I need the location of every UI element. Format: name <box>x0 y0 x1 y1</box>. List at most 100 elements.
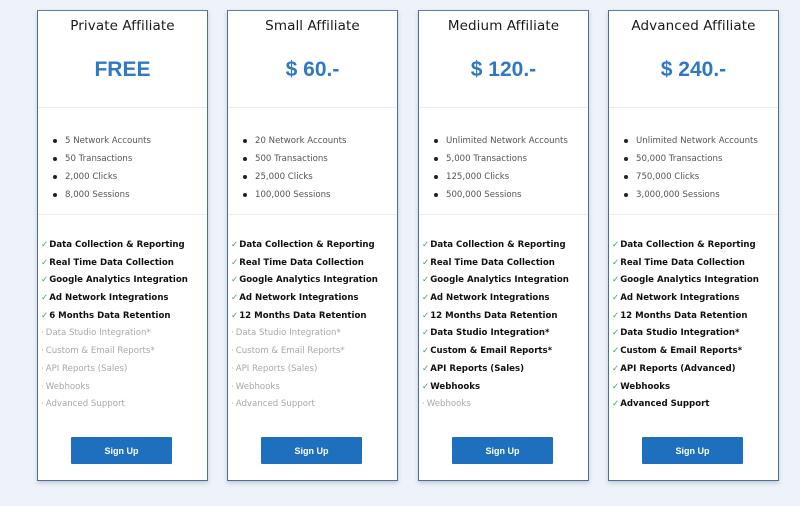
plan-card-advanced: Advanced Affiliate $ 240.- Unlimited Netwo… <box>608 10 779 481</box>
feature-excluded: · Data Studio Integration* <box>41 325 188 343</box>
plan-price: $ 120.- <box>470 58 537 81</box>
plan-title: Private Affiliate <box>70 18 175 34</box>
feature-list: ✓Data Collection & Reporting ✓Real Time D… <box>422 237 569 414</box>
usage-limit-label: 2,000 Clicks <box>65 172 118 182</box>
feature-label: Webhooks <box>45 381 90 392</box>
divider <box>228 214 397 215</box>
bullet-icon <box>243 139 247 143</box>
feature-label: Data Studio Integration* <box>430 328 550 339</box>
usage-limit-item: 5,000 Transactions <box>434 150 568 168</box>
feature-label: Real Time Data Collection <box>239 257 364 268</box>
bullet-icon <box>624 139 628 143</box>
feature-excluded: · API Reports (Sales) <box>41 361 188 379</box>
feature-included: ✓Custom & Email Reports* <box>612 343 759 361</box>
plan-price: $ 240.- <box>660 58 727 81</box>
bullet-icon <box>243 157 247 161</box>
feature-label: Google Analytics Integration <box>49 275 188 286</box>
bullet-icon <box>53 157 57 161</box>
bullet-icon <box>624 175 628 179</box>
plan-price: $ 60.- <box>285 58 340 81</box>
feature-label: Advanced Support <box>235 399 315 410</box>
feature-included: ✓Ad Network Integrations <box>231 290 378 308</box>
dash-icon: · <box>231 399 234 410</box>
feature-label: Data Collection & Reporting <box>49 240 185 250</box>
bullet-icon <box>243 175 247 179</box>
check-icon: ✓ <box>422 363 430 374</box>
usage-limit-item: 5 Network Accounts <box>53 132 151 150</box>
bullet-icon <box>434 193 438 197</box>
feature-label: Advanced Support <box>620 399 710 410</box>
feature-label: Custom & Email Reports* <box>430 346 553 357</box>
feature-included: ✓Real Time Data Collection <box>422 255 569 273</box>
bullet-icon <box>434 175 438 179</box>
divider <box>419 214 588 215</box>
feature-included: ✓Google Analytics Integration <box>422 272 569 290</box>
feature-included: ✓Data Collection & Reporting <box>41 237 188 255</box>
feature-label: Webhooks <box>430 381 481 392</box>
feature-included: ✓API Reports (Advanced) <box>612 361 759 379</box>
feature-included: ✓Data Studio Integration* <box>422 325 569 343</box>
bullet-icon <box>53 193 57 197</box>
usage-limits-list: 5 Network Accounts 50 Transactions 2,000 C… <box>53 132 151 204</box>
bullet-icon <box>53 175 57 179</box>
check-icon: ✓ <box>422 275 430 286</box>
usage-limit-item: 8,000 Sessions <box>53 186 151 204</box>
feature-included: ✓Data Collection & Reporting <box>422 237 569 255</box>
usage-limit-label: Unlimited Network Accounts <box>446 136 568 146</box>
feature-label: Ad Network Integrations <box>430 293 550 304</box>
feature-included: ✓Data Studio Integration* <box>612 325 759 343</box>
usage-limit-item: 125,000 Clicks <box>434 168 568 186</box>
feature-label: Advanced Support <box>45 399 125 410</box>
usage-limits-list: Unlimited Network Accounts 5,000 Transact… <box>434 132 568 204</box>
check-icon: ✓ <box>612 293 620 304</box>
check-icon: ✓ <box>231 310 239 321</box>
divider <box>609 107 778 108</box>
check-icon: ✓ <box>612 381 620 392</box>
bullet-icon <box>434 139 438 143</box>
sign-up-button[interactable]: Sign Up <box>261 437 362 464</box>
sign-up-button[interactable]: Sign Up <box>71 437 172 464</box>
feature-included: ✓Webhooks <box>422 379 569 397</box>
plan-card-medium: Medium Affiliate $ 120.- Unlimited Network… <box>418 10 589 481</box>
plan-title: Advanced Affiliate <box>631 18 756 34</box>
bullet-icon <box>53 139 57 143</box>
feature-included: ✓Ad Network Integrations <box>41 290 188 308</box>
usage-limit-item: 20 Network Accounts <box>243 132 346 150</box>
sign-up-button[interactable]: Sign Up <box>452 437 553 464</box>
feature-excluded: · API Reports (Sales) <box>231 361 378 379</box>
check-icon: ✓ <box>612 240 620 250</box>
check-icon: ✓ <box>41 293 49 304</box>
feature-included: ✓Real Time Data Collection <box>612 255 759 273</box>
divider <box>38 214 207 215</box>
feature-label: Ad Network Integrations <box>620 293 740 304</box>
usage-limit-item: Unlimited Network Accounts <box>434 132 568 150</box>
check-icon: ✓ <box>422 346 430 357</box>
divider <box>38 107 207 108</box>
feature-label: Data Collection & Reporting <box>239 240 375 250</box>
plan-price: FREE <box>94 58 151 81</box>
usage-limit-item: 50,000 Transactions <box>624 150 758 168</box>
check-icon: ✓ <box>422 257 430 268</box>
feature-excluded: · Custom & Email Reports* <box>41 343 188 361</box>
check-icon: ✓ <box>612 328 620 339</box>
feature-label: API Reports (Sales) <box>45 363 128 374</box>
feature-included: ✓12 Months Data Retention <box>231 308 378 326</box>
feature-excluded: · Webhooks <box>231 379 378 397</box>
feature-label: Webhooks <box>620 381 671 392</box>
feature-included: ✓Advanced Support <box>612 396 759 414</box>
usage-limit-label: 8,000 Sessions <box>65 190 130 200</box>
feature-label: Data Studio Integration* <box>235 328 341 339</box>
usage-limits-list: 20 Network Accounts 500 Transactions 25,00… <box>243 132 346 204</box>
check-icon: ✓ <box>41 310 49 321</box>
usage-limit-label: 3,000,000 Sessions <box>636 190 720 200</box>
dash-icon: · <box>41 363 44 374</box>
usage-limit-item: 50 Transactions <box>53 150 151 168</box>
feature-label: Google Analytics Integration <box>430 275 569 286</box>
usage-limit-label: 20 Network Accounts <box>255 136 347 146</box>
feature-label: Data Collection & Reporting <box>620 240 756 250</box>
usage-limit-item: Unlimited Network Accounts <box>624 132 758 150</box>
feature-included: ✓Ad Network Integrations <box>612 290 759 308</box>
check-icon: ✓ <box>422 381 430 392</box>
usage-limit-label: 500 Transactions <box>255 154 328 164</box>
sign-up-button[interactable]: Sign Up <box>642 437 743 464</box>
